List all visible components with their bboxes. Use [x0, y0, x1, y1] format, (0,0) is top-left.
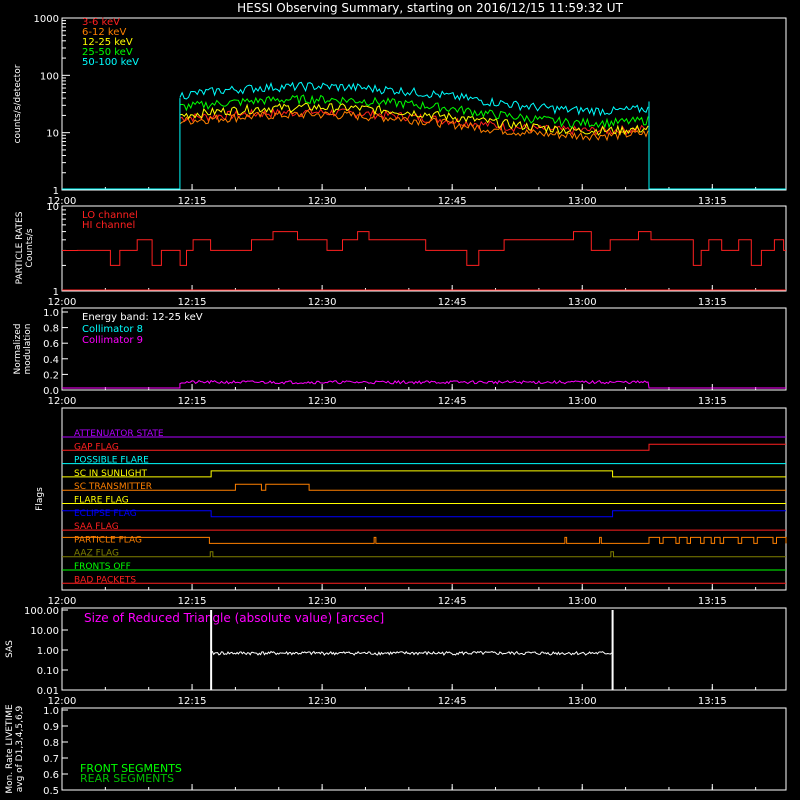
sas-ytick-label: 10.00 [30, 626, 59, 637]
flag-line [62, 470, 786, 478]
livetime-ytick-label: 0.9 [43, 722, 59, 733]
livetime-ytick-label: 0.6 [43, 770, 59, 781]
sas-ytick-label: 100.00 [24, 606, 59, 617]
counts-panel-frame [61, 17, 787, 191]
sas-ytick-label: 0.10 [37, 666, 59, 677]
livetime-ytick-label: 0.7 [43, 754, 59, 765]
modulation-ytick-label: 0.2 [43, 370, 59, 381]
modulation-ytick-label: 0.6 [43, 339, 59, 350]
particle-xtick-label: 13:15 [698, 297, 727, 308]
particle-panel-frame [61, 205, 787, 292]
flags-xtick-label: 12:45 [438, 596, 467, 607]
modulation-legend-entry: Collimator 9 [82, 335, 143, 346]
modulation-xtick-label: 13:00 [568, 396, 597, 407]
modulation-xtick-label: 12:30 [308, 396, 337, 407]
flag-line [62, 443, 786, 451]
counts-xtick-label: 13:00 [568, 196, 597, 207]
sas-annotation: Size of Reduced Triangle (absolute value… [84, 611, 384, 625]
counts-xtick-label: 12:30 [308, 196, 337, 207]
sas-xtick-label: 12:30 [308, 696, 337, 707]
particle-ytick-label: 10 [46, 202, 59, 213]
sas-xtick-label: 12:45 [438, 696, 467, 707]
modulation-ylabel2: modulation [23, 324, 33, 375]
counts-xtick-label: 12:45 [438, 196, 467, 207]
counts-ytick-label: 100 [40, 71, 59, 82]
flags-xtick-label: 12:30 [308, 596, 337, 607]
particle-ylabel2: Counts/s [25, 228, 35, 267]
particle-legend-hi: HI channel [82, 220, 135, 231]
particle-xtick-label: 12:15 [178, 297, 207, 308]
modulation-ylabel: Normalized [13, 323, 23, 374]
particle-xtick-label: 12:00 [48, 297, 77, 308]
flag-line [62, 536, 787, 544]
flag-line [62, 510, 786, 518]
modulation-xtick-label: 12:00 [48, 396, 77, 407]
modulation-xtick-label: 12:45 [438, 396, 467, 407]
modulation-ytick-label: 1.0 [43, 308, 59, 319]
livetime-ytick-label: 1.0 [43, 706, 59, 717]
flag-line [62, 483, 786, 491]
particle-xtick-label: 12:30 [308, 297, 337, 308]
counts-envelope-end [648, 101, 786, 190]
flags-ylabel: Flags [35, 487, 45, 511]
livetime-ytick-label: 0.5 [43, 786, 59, 797]
counts-ytick-label: 1000 [34, 14, 59, 25]
particle-ylabel: PARTICLE RATES [15, 211, 25, 284]
sas-xtick-label: 12:15 [178, 696, 207, 707]
counts-series-line [179, 102, 649, 136]
livetime-ytick-label: 0.8 [43, 738, 59, 749]
modulation-xtick-label: 13:15 [698, 396, 727, 407]
sas-ylabel: SAS [5, 640, 15, 658]
sas-xtick-label: 13:15 [698, 696, 727, 707]
flags-xtick-label: 13:15 [698, 596, 727, 607]
particle-xtick-label: 13:00 [568, 297, 597, 308]
particle-lo-line [62, 231, 786, 266]
modulation-annotation: Energy band: 12-25 keV [82, 312, 203, 323]
livetime-legend-entry: REAR SEGMENTS [80, 772, 174, 785]
modulation-collimator9-line [62, 379, 786, 389]
counts-envelope-start [62, 98, 181, 190]
livetime-ylabel2: avg of D1,3,4,5,6,9 [15, 705, 25, 792]
counts-xtick-label: 12:15 [178, 196, 207, 207]
hessi-summary-chart: HESSI Observing Summary, starting on 201… [5, 1, 787, 797]
counts-ylabel: counts/s/detector [13, 64, 23, 143]
sas-line [210, 650, 613, 656]
flags-panel-frame [61, 407, 787, 591]
counts-ytick-label: 10 [46, 129, 59, 140]
particle-xtick-label: 12:45 [438, 297, 467, 308]
modulation-ytick-label: 0.4 [43, 355, 59, 366]
modulation-ytick-label: 0.8 [43, 324, 59, 335]
modulation-xtick-label: 12:15 [178, 396, 207, 407]
flags-xtick-label: 12:15 [178, 596, 207, 607]
sas-ytick-label: 1.00 [37, 646, 59, 657]
livetime-ylabel: Mon. Rate LIVETIME [5, 704, 15, 794]
counts-legend-entry: 50-100 keV [82, 57, 139, 68]
modulation-legend-entry: Collimator 8 [82, 324, 143, 335]
flag-line [62, 551, 786, 558]
sas-xtick-label: 13:00 [568, 696, 597, 707]
chart-title: HESSI Observing Summary, starting on 201… [237, 1, 623, 15]
counts-xtick-label: 13:15 [698, 196, 727, 207]
flags-xtick-label: 13:00 [568, 596, 597, 607]
